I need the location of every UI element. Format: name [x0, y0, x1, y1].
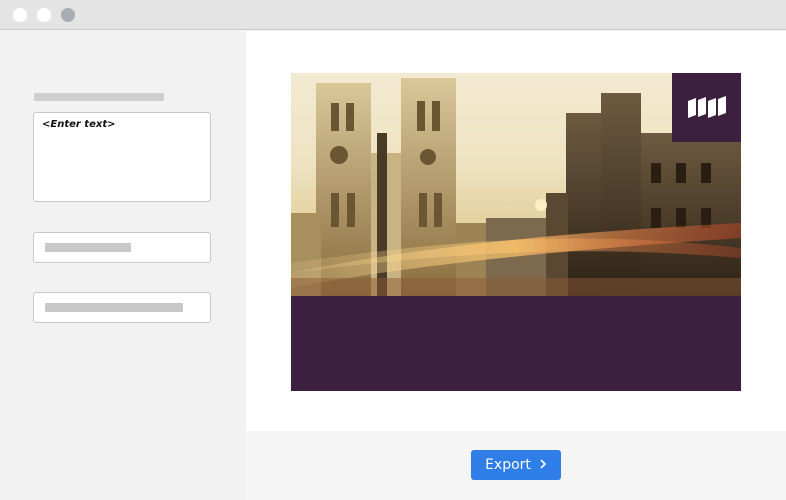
app-window: <Enter text> Export — [0, 0, 786, 500]
input-field-1[interactable] — [33, 232, 211, 263]
input-field-2[interactable] — [33, 292, 211, 323]
text-input-area[interactable]: <Enter text> — [33, 112, 211, 202]
window-titlebar — [0, 0, 786, 30]
input-field-1-placeholder — [45, 243, 131, 252]
window-minimize-button[interactable] — [37, 8, 51, 22]
purple-banner — [291, 296, 741, 391]
window-close-button[interactable] — [13, 8, 27, 22]
text-input-placeholder: <Enter text> — [42, 119, 116, 130]
export-label: Export — [485, 457, 531, 473]
brand-logo-icon — [688, 96, 726, 118]
export-button[interactable]: Export — [471, 450, 561, 480]
preview-card — [291, 73, 741, 391]
chevron-right-icon — [539, 457, 547, 473]
window-zoom-button[interactable] — [61, 8, 75, 22]
editor-sidebar: <Enter text> — [0, 31, 246, 500]
input-field-2-placeholder — [45, 303, 183, 312]
field-label-placeholder — [34, 93, 164, 101]
action-footer: Export — [246, 431, 786, 500]
cityscape-photo — [291, 73, 741, 296]
logo-badge — [672, 73, 741, 142]
preview-area — [246, 31, 786, 431]
